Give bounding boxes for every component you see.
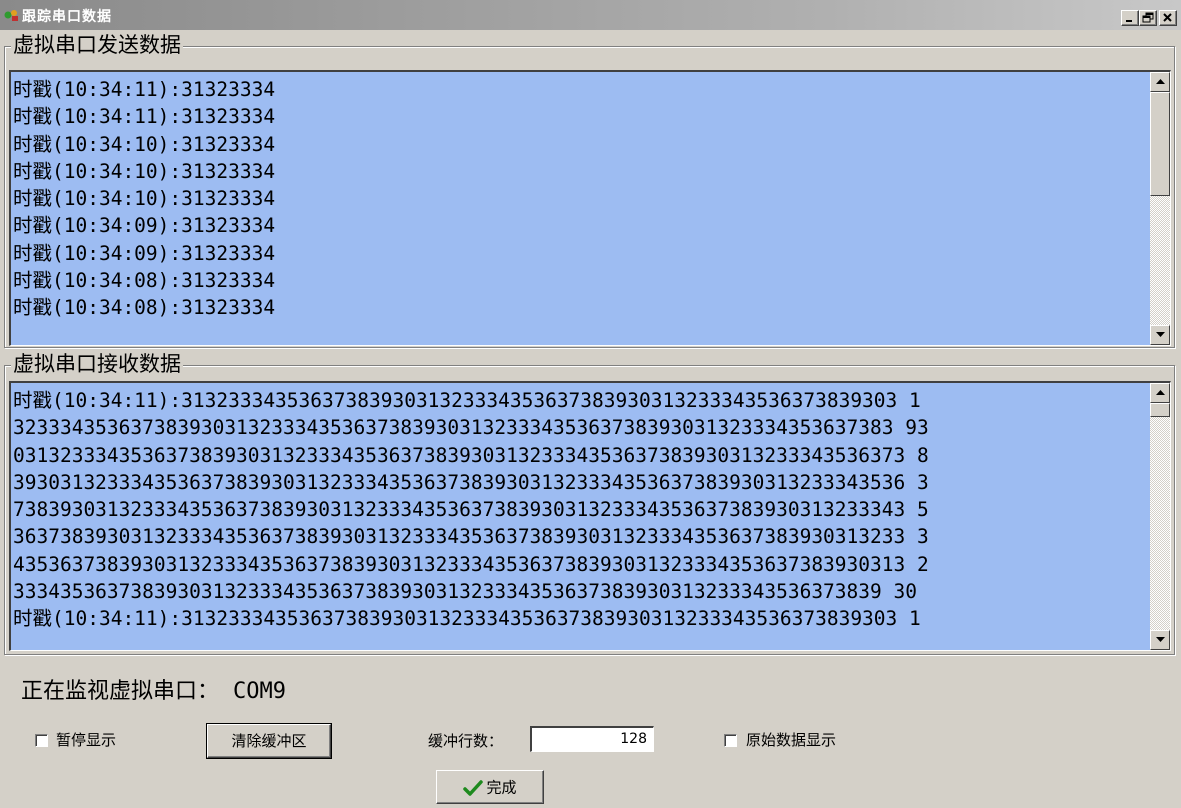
receive-scroll-thumb[interactable] (1150, 403, 1170, 417)
raw-data-label: 原始数据显示 (746, 731, 837, 749)
send-data-lines: 时戳(10:34:11):31323334 时戳(10:34:11):313233… (13, 76, 1148, 322)
raw-data-checkbox[interactable] (724, 734, 737, 747)
receive-data-textarea[interactable]: 时戳(10:34:11):313233343536373839303132333… (9, 381, 1171, 651)
receive-data-line: 3334353637383930313233343536373839303132… (13, 580, 917, 604)
minimize-button[interactable] (1121, 10, 1139, 26)
scroll-up-icon (1156, 390, 1165, 395)
send-data-group: 虚拟串口发送数据 时戳(10:34:11):31323334 时戳(10:34:1… (4, 33, 1175, 348)
monitor-status-label: 正在监视虚拟串口： (21, 679, 220, 704)
send-data-line: 时戳(10:34:09):31323334 (13, 241, 276, 265)
send-data-textarea[interactable]: 时戳(10:34:11):31323334 时戳(10:34:11):313233… (9, 70, 1171, 346)
send-data-line: 时戳(10:34:08):31323334 (13, 296, 276, 320)
receive-group-label: 虚拟串口接收数据 (11, 352, 183, 376)
maximize-button[interactable] (1139, 10, 1157, 26)
receive-data-line: 3233343536373839303132333435363738393031… (13, 416, 929, 440)
receive-data-line: 4353637383930313233343536373839303132333… (13, 552, 929, 576)
receive-data-line: 时戳(10:34:11):313233343536373839303132333… (13, 607, 921, 631)
receive-data-line: 0313233343536373839303132333435363738393… (13, 443, 929, 467)
checkmark-icon (463, 779, 484, 796)
receive-scrollbar[interactable] (1150, 383, 1170, 650)
monitor-port: COM9 (233, 679, 286, 704)
send-data-line: 时戳(10:34:10):31323334 (13, 187, 276, 211)
monitor-status: 正在监视虚拟串口： COM9 (21, 673, 286, 705)
receive-data-line: 时戳(10:34:11):313233343536373839303132333… (13, 389, 921, 412)
done-button[interactable]: 完成 (436, 770, 544, 804)
clear-buffer-button[interactable]: 清除缓冲区 (206, 723, 332, 759)
send-data-line: 时戳(10:34:08):31323334 (13, 269, 276, 293)
receive-data-line: 3930313233343536373839303132333435363738… (13, 470, 929, 494)
close-button[interactable] (1159, 10, 1177, 26)
window-title: 跟踪串口数据 (22, 9, 112, 25)
buffer-rows-label: 缓冲行数： (428, 732, 504, 750)
close-icon (1163, 13, 1172, 22)
receive-data-line: 7383930313233343536373839303132333435363… (13, 498, 929, 522)
send-data-line: 时戳(10:34:09):31323334 (13, 214, 276, 238)
clear-buffer-label: 清除缓冲区 (231, 732, 307, 750)
send-data-line: 时戳(10:34:10):31323334 (13, 132, 276, 156)
send-scroll-up-button[interactable] (1150, 72, 1170, 92)
send-data-line: 时戳(10:34:11):31323334 (13, 105, 276, 129)
send-scroll-down-button[interactable] (1150, 325, 1170, 345)
receive-scroll-up-button[interactable] (1150, 383, 1170, 403)
send-scroll-thumb[interactable] (1150, 92, 1170, 196)
buffer-rows-value: 128 (620, 731, 647, 747)
send-group-label: 虚拟串口发送数据 (11, 33, 183, 57)
scroll-down-icon (1156, 332, 1165, 337)
scroll-down-icon (1156, 637, 1165, 642)
maximize-icon (1142, 12, 1154, 23)
send-data-line: 时戳(10:34:11):31323334 (13, 78, 276, 101)
receive-data-group: 虚拟串口接收数据 时戳(10:34:11):313233343536373839… (4, 352, 1175, 655)
send-scrollbar[interactable] (1150, 72, 1170, 345)
scroll-up-icon (1156, 79, 1165, 84)
receive-scroll-down-button[interactable] (1150, 630, 1170, 650)
app-icon (4, 10, 18, 21)
minimize-icon (1126, 20, 1132, 22)
pause-display-label: 暂停显示 (56, 731, 117, 749)
receive-data-line: 3637383930313233343536373839303132333435… (13, 525, 929, 549)
buffer-rows-input[interactable]: 128 (530, 726, 654, 752)
done-label: 完成 (486, 778, 517, 797)
receive-data-lines: 时戳(10:34:11):313233343536373839303132333… (13, 387, 1148, 633)
send-data-line: 时戳(10:34:10):31323334 (13, 159, 276, 183)
title-bar: 跟踪串口数据 (0, 0, 1181, 30)
pause-display-checkbox[interactable] (35, 734, 48, 747)
